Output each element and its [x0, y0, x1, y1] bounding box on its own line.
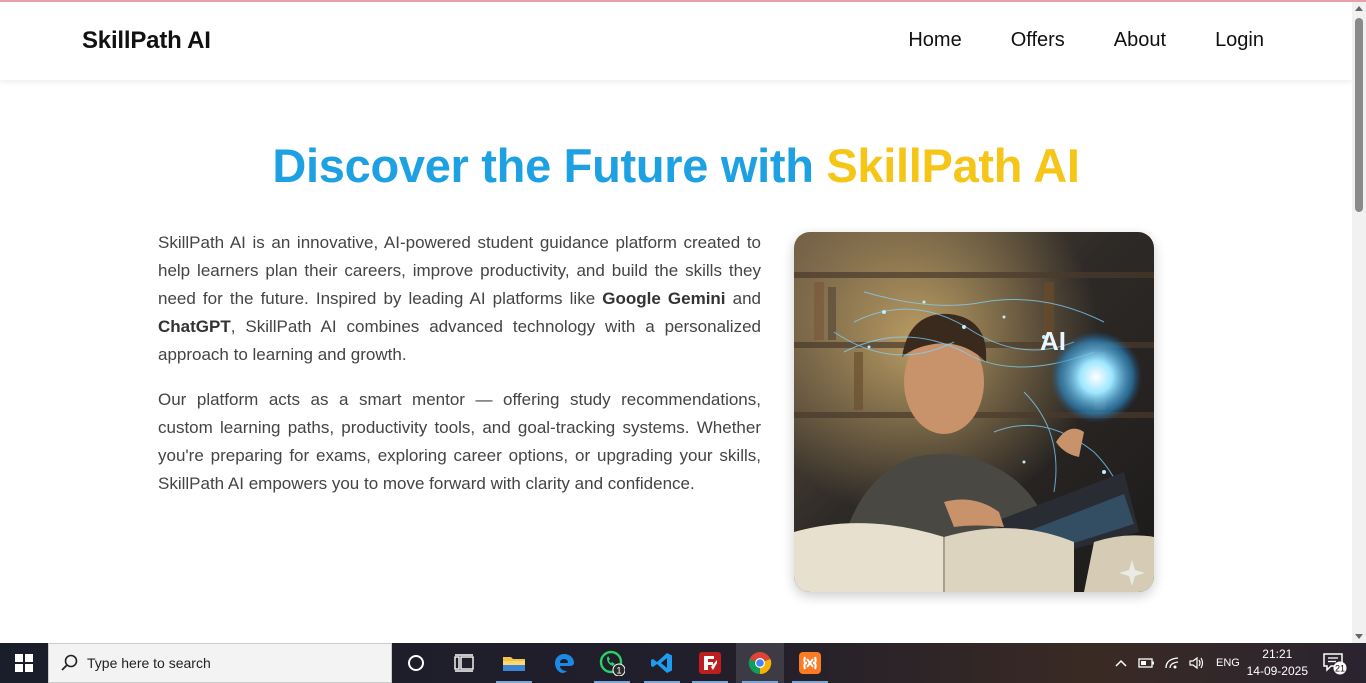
scroll-down-arrow-icon[interactable] — [1355, 634, 1363, 639]
scroll-up-arrow-icon[interactable] — [1355, 6, 1363, 11]
whatsapp-icon[interactable]: 1 — [588, 643, 636, 683]
nav-login-link[interactable]: Login — [1215, 29, 1264, 52]
chevron-up-icon[interactable] — [1114, 658, 1128, 668]
whatsapp-badge: 1 — [616, 666, 621, 676]
hero-text: SkillPath AI is an innovative, AI-powere… — [158, 229, 761, 515]
language-indicator[interactable]: ENG — [1216, 657, 1240, 669]
task-view-icon[interactable] — [440, 643, 488, 683]
filezilla-icon[interactable] — [686, 643, 734, 683]
nav-links: Home Offers About Login — [908, 29, 1264, 52]
gemini-mention: Google Gemini — [602, 289, 726, 308]
hero-image: AI — [794, 232, 1154, 592]
navbar: SkillPath AI Home Offers About Login — [0, 2, 1352, 80]
ai-student-illustration: AI — [794, 232, 1154, 592]
page-scrollbar[interactable] — [1352, 2, 1366, 643]
clock-time: 21:21 — [1262, 647, 1293, 661]
hero-title-main: Discover the Future with — [272, 139, 827, 192]
scroll-thumb[interactable] — [1355, 18, 1363, 212]
hero-title: Discover the Future with SkillPath AI — [0, 138, 1352, 193]
ai-label: AI — [1040, 326, 1066, 356]
notification-count: 21 — [1335, 664, 1345, 674]
nav-offers-link[interactable]: Offers — [1011, 29, 1065, 52]
wifi-icon[interactable] — [1164, 656, 1180, 670]
hero-title-brand: SkillPath AI — [826, 139, 1080, 192]
brand-logo[interactable]: SkillPath AI — [82, 27, 211, 55]
system-tray: ENG — [1114, 643, 1240, 683]
chrome-icon[interactable] — [736, 643, 784, 683]
clock-date: 14-09-2025 — [1246, 664, 1308, 678]
mentor-paragraph: Our platform acts as a smart mentor — of… — [158, 390, 761, 493]
notification-center-icon[interactable]: 21 — [1318, 643, 1352, 683]
taskbar-search-box[interactable]: Type here to search — [48, 643, 392, 683]
search-placeholder: Type here to search — [87, 655, 211, 671]
cortana-icon[interactable] — [392, 643, 440, 683]
intro-text-end: , SkillPath AI combines advanced technol… — [158, 317, 761, 364]
chatgpt-mention: ChatGPT — [158, 317, 231, 336]
nav-home-link[interactable]: Home — [908, 29, 961, 52]
windows-start-icon[interactable] — [0, 643, 48, 683]
intro-paragraph: SkillPath AI is an innovative, AI-powere… — [158, 229, 761, 369]
taskbar-clock[interactable]: 21:21 14-09-2025 — [1247, 646, 1308, 680]
edge-icon[interactable] — [540, 643, 588, 683]
intro-text-and: and — [725, 289, 761, 308]
vscode-icon[interactable] — [638, 643, 686, 683]
nav-about-link[interactable]: About — [1114, 29, 1166, 52]
file-explorer-icon[interactable] — [490, 643, 538, 683]
search-icon — [61, 654, 78, 671]
volume-icon[interactable] — [1188, 656, 1206, 670]
battery-icon[interactable] — [1138, 656, 1156, 670]
xampp-icon[interactable] — [786, 643, 834, 683]
windows-taskbar: Type here to search 1 ENG 21:21 14-09-20… — [0, 643, 1366, 683]
browser-page: SkillPath AI Home Offers About Login Dis… — [0, 2, 1352, 643]
